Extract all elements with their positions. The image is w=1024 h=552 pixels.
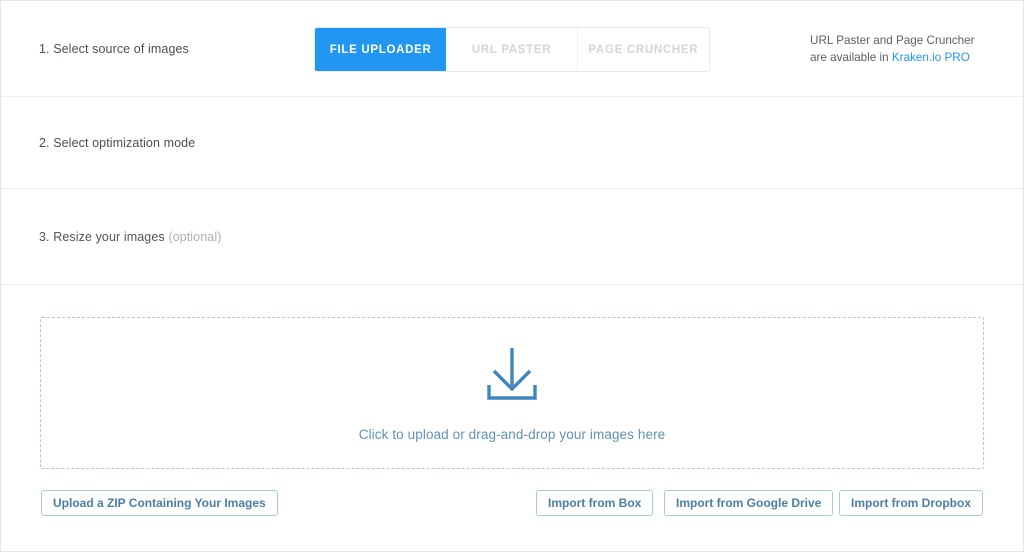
import-from-google-drive-button[interactable]: Import from Google Drive	[664, 490, 833, 516]
kraken-pro-link-source[interactable]: Kraken.io PRO	[892, 51, 970, 64]
source-option-file-uploader[interactable]: FILE UPLOADER	[315, 28, 446, 71]
dropzone-section: Click to upload or drag-and-drop your im…	[1, 285, 1023, 481]
step-3-label: 3. Resize your images (optional)	[39, 230, 221, 244]
import-from-dropbox-button[interactable]: Import from Dropbox	[839, 490, 983, 516]
dropzone-instruction-text: Click to upload or drag-and-drop your im…	[359, 427, 666, 442]
step-row-select-source: 1. Select source of images FILE UPLOADER…	[1, 1, 1023, 97]
step-row-resize-images: 3. Resize your images (optional) Strateg…	[1, 189, 1023, 285]
optimizer-page: 1. Select source of images FILE UPLOADER…	[0, 0, 1024, 552]
step-3-label-optional: (optional)	[168, 230, 221, 244]
footer-actions: Upload a ZIP Containing Your Images Impo…	[1, 481, 1023, 537]
source-note-prefix: are available in	[810, 51, 892, 64]
step-1-label: 1. Select source of images	[39, 42, 189, 56]
source-option-page-cruncher[interactable]: PAGE CRUNCHER	[578, 28, 709, 71]
import-from-box-button[interactable]: Import from Box	[536, 490, 653, 516]
source-segmented-control[interactable]: FILE UPLOADER URL PASTER PAGE CRUNCHER	[314, 27, 710, 72]
step-3-label-main: 3. Resize your images	[39, 230, 168, 244]
file-dropzone[interactable]: Click to upload or drag-and-drop your im…	[40, 317, 984, 469]
source-note-line-1: URL Paster and Page Cruncher	[810, 32, 975, 49]
source-upgrade-note: URL Paster and Page Cruncher are availab…	[810, 32, 975, 66]
source-note-line-2: are available in Kraken.io PRO	[810, 49, 975, 66]
download-arrow-icon	[479, 344, 545, 409]
step-row-optimization-mode: 2. Select optimization mode LOSSY LOSSLE…	[1, 97, 1023, 189]
step-2-label: 2. Select optimization mode	[39, 136, 195, 150]
upload-zip-button[interactable]: Upload a ZIP Containing Your Images	[41, 490, 278, 516]
source-option-url-paster[interactable]: URL PASTER	[446, 28, 577, 71]
